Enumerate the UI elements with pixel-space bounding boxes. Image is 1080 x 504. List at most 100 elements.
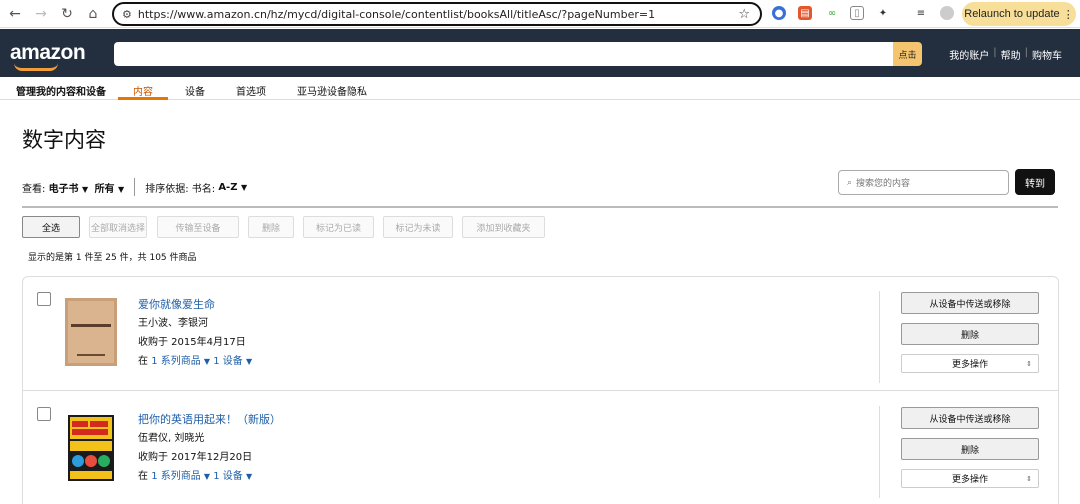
mark-read-button[interactable]: 标记为已读 <box>303 216 374 238</box>
avatar[interactable] <box>940 6 954 20</box>
caret-down-icon: ▼ <box>246 357 253 366</box>
search-placeholder: 搜索您的内容 <box>856 179 911 189</box>
cart-link[interactable]: 购物车 <box>1032 47 1062 62</box>
site-settings-icon[interactable]: ⚙ <box>122 8 132 21</box>
series-count: 1 系列商品 <box>151 356 201 367</box>
device-count: 1 设备 <box>213 356 243 367</box>
sub-navigation: 管理我的内容和设备 内容 设备 首选项 亚马逊设备隐私 <box>0 78 1080 100</box>
section-divider <box>22 206 1058 208</box>
back-icon[interactable]: ← <box>4 3 26 25</box>
relaunch-label: Relaunch to update <box>964 8 1060 20</box>
book-acquired-date: 收购于 2017年12月20日 <box>138 452 253 463</box>
item-checkbox[interactable] <box>37 407 51 421</box>
book-cover[interactable] <box>65 298 117 366</box>
home-icon[interactable]: ⌂ <box>82 3 104 25</box>
divider <box>879 291 880 383</box>
view-type-dropdown[interactable]: 电子书 ▼ <box>49 180 89 195</box>
header-links: 我的账户 | 帮助 | 购物车 <box>949 47 1062 62</box>
devices-link[interactable]: 1 设备 ▼ <box>213 471 252 482</box>
view-label: 查看: <box>22 183 46 195</box>
transfer-remove-button[interactable]: 从设备中传送或移除 <box>901 292 1039 314</box>
goto-button[interactable]: 转到 <box>1015 169 1055 195</box>
bookmark-star-icon[interactable]: ☆ <box>738 7 750 22</box>
delete-item-button[interactable]: 删除 <box>901 323 1039 345</box>
extension-icon[interactable]: ▤ <box>798 6 812 20</box>
transfer-button[interactable]: 传输至设备 <box>157 216 239 238</box>
delete-button[interactable]: 删除 <box>248 216 294 238</box>
extension-icon[interactable]: ∞ <box>825 6 839 20</box>
reload-icon[interactable]: ↻ <box>56 3 78 25</box>
list-item: 爱你就像爱生命 王小波、李银河 收购于 2015年4月17日 在 1 系列商品 … <box>23 277 1058 391</box>
book-acquired-date: 收购于 2015年4月17日 <box>138 337 246 348</box>
list-item: 把你的英语用起来！（新版） 伍君仪, 刘晓光 收购于 2017年12月20日 在… <box>23 390 1058 504</box>
relaunch-button[interactable]: Relaunch to update ⋮ <box>962 2 1076 26</box>
more-actions-select[interactable]: 更多操作 ⇕ <box>901 354 1039 373</box>
transfer-remove-button[interactable]: 从设备中传送或移除 <box>901 407 1039 429</box>
site-search-input[interactable] <box>114 42 894 66</box>
tab-device-privacy[interactable]: 亚马逊设备隐私 <box>297 83 367 98</box>
in-label: 在 <box>138 356 148 367</box>
add-to-collection-button[interactable]: 添加到收藏夹 <box>462 216 545 238</box>
caret-down-icon: ▼ <box>203 357 211 366</box>
view-filter-dropdown[interactable]: 所有 ▼ <box>95 180 125 195</box>
book-meta: 在 1 系列商品 ▼ 1 设备 ▼ <box>138 352 252 367</box>
content-list: 爱你就像爱生命 王小波、李银河 收购于 2015年4月17日 在 1 系列商品 … <box>22 276 1059 504</box>
view-filter-value: 所有 <box>94 183 115 195</box>
tab-content[interactable]: 内容 <box>133 83 153 98</box>
page-title: 数字内容 <box>22 128 106 152</box>
filter-bar: 查看: 电子书 ▼ 所有 ▼ 排序依据: 书名: A-Z ▼ <box>22 178 247 196</box>
more-actions-label: 更多操作 <box>951 360 988 370</box>
book-author: 伍君仪, 刘晓光 <box>138 433 205 444</box>
book-meta: 在 1 系列商品 ▼ 1 设备 ▼ <box>138 467 252 482</box>
book-title[interactable]: 把你的英语用起来！（新版） <box>138 411 281 427</box>
subnav-manage-content[interactable]: 管理我的内容和设备 <box>16 83 106 98</box>
search-icon: ⌕ <box>847 177 853 188</box>
sort-label: 排序依据: 书名: <box>145 183 216 195</box>
browser-toolbar: ← → ↻ ⌂ ⚙ https://www.amazon.cn/hz/mycd/… <box>0 0 1080 28</box>
forward-icon[interactable]: → <box>30 3 52 25</box>
divider <box>879 406 880 498</box>
active-tab-indicator <box>118 97 168 100</box>
book-author: 王小波、李银河 <box>138 318 208 329</box>
series-link[interactable]: 1 系列商品 ▼ <box>151 471 210 482</box>
caret-down-icon: ▼ <box>240 182 248 192</box>
result-count: 显示的是第 1 件至 25 件，共 105 件商品 <box>28 253 197 263</box>
separator: | <box>993 47 997 58</box>
tab-devices[interactable]: 设备 <box>185 83 205 98</box>
site-search-button[interactable]: 点击 <box>893 42 922 66</box>
content-search-input[interactable]: ⌕ 搜索您的内容 <box>838 170 1009 195</box>
extension-icon[interactable]: ▯ <box>850 6 864 20</box>
delete-item-button[interactable]: 删除 <box>901 438 1039 460</box>
item-checkbox[interactable] <box>37 292 51 306</box>
caret-down-icon: ▼ <box>246 472 253 481</box>
view-type-value: 电子书 <box>48 183 79 195</box>
device-count: 1 设备 <box>213 471 243 482</box>
more-actions-label: 更多操作 <box>951 475 988 485</box>
help-link[interactable]: 帮助 <box>1001 47 1021 62</box>
separator: | <box>1024 47 1028 58</box>
in-label: 在 <box>138 471 148 482</box>
more-actions-select[interactable]: 更多操作 ⇕ <box>901 469 1039 488</box>
select-arrows-icon: ⇕ <box>1026 359 1032 368</box>
sort-dropdown[interactable]: A-Z ▼ <box>218 182 247 193</box>
extension-icon[interactable]: ● <box>772 6 786 20</box>
address-bar[interactable]: ⚙ https://www.amazon.cn/hz/mycd/digital-… <box>112 2 762 26</box>
series-count: 1 系列商品 <box>151 471 201 482</box>
url-text: https://www.amazon.cn/hz/mycd/digital-co… <box>137 7 656 21</box>
select-all-button[interactable]: 全选 <box>22 216 80 238</box>
sort-value: A-Z <box>218 181 238 193</box>
puzzle-icon[interactable]: ✦ <box>876 6 890 20</box>
caret-down-icon: ▼ <box>118 184 125 194</box>
divider <box>134 178 136 196</box>
mark-unread-button[interactable]: 标记为未读 <box>383 216 453 238</box>
book-cover[interactable] <box>68 415 114 481</box>
reading-list-icon[interactable]: ≡ <box>914 6 928 20</box>
my-account-link[interactable]: 我的账户 <box>949 47 989 62</box>
amazon-logo[interactable]: amazon <box>10 41 86 65</box>
deselect-all-button[interactable]: 全部取消选择 <box>89 216 147 238</box>
series-link[interactable]: 1 系列商品 ▼ <box>151 356 210 367</box>
book-title[interactable]: 爱你就像爱生命 <box>138 296 215 312</box>
tab-preferences[interactable]: 首选项 <box>236 83 266 98</box>
devices-link[interactable]: 1 设备 ▼ <box>213 356 252 367</box>
caret-down-icon: ▼ <box>203 472 211 481</box>
